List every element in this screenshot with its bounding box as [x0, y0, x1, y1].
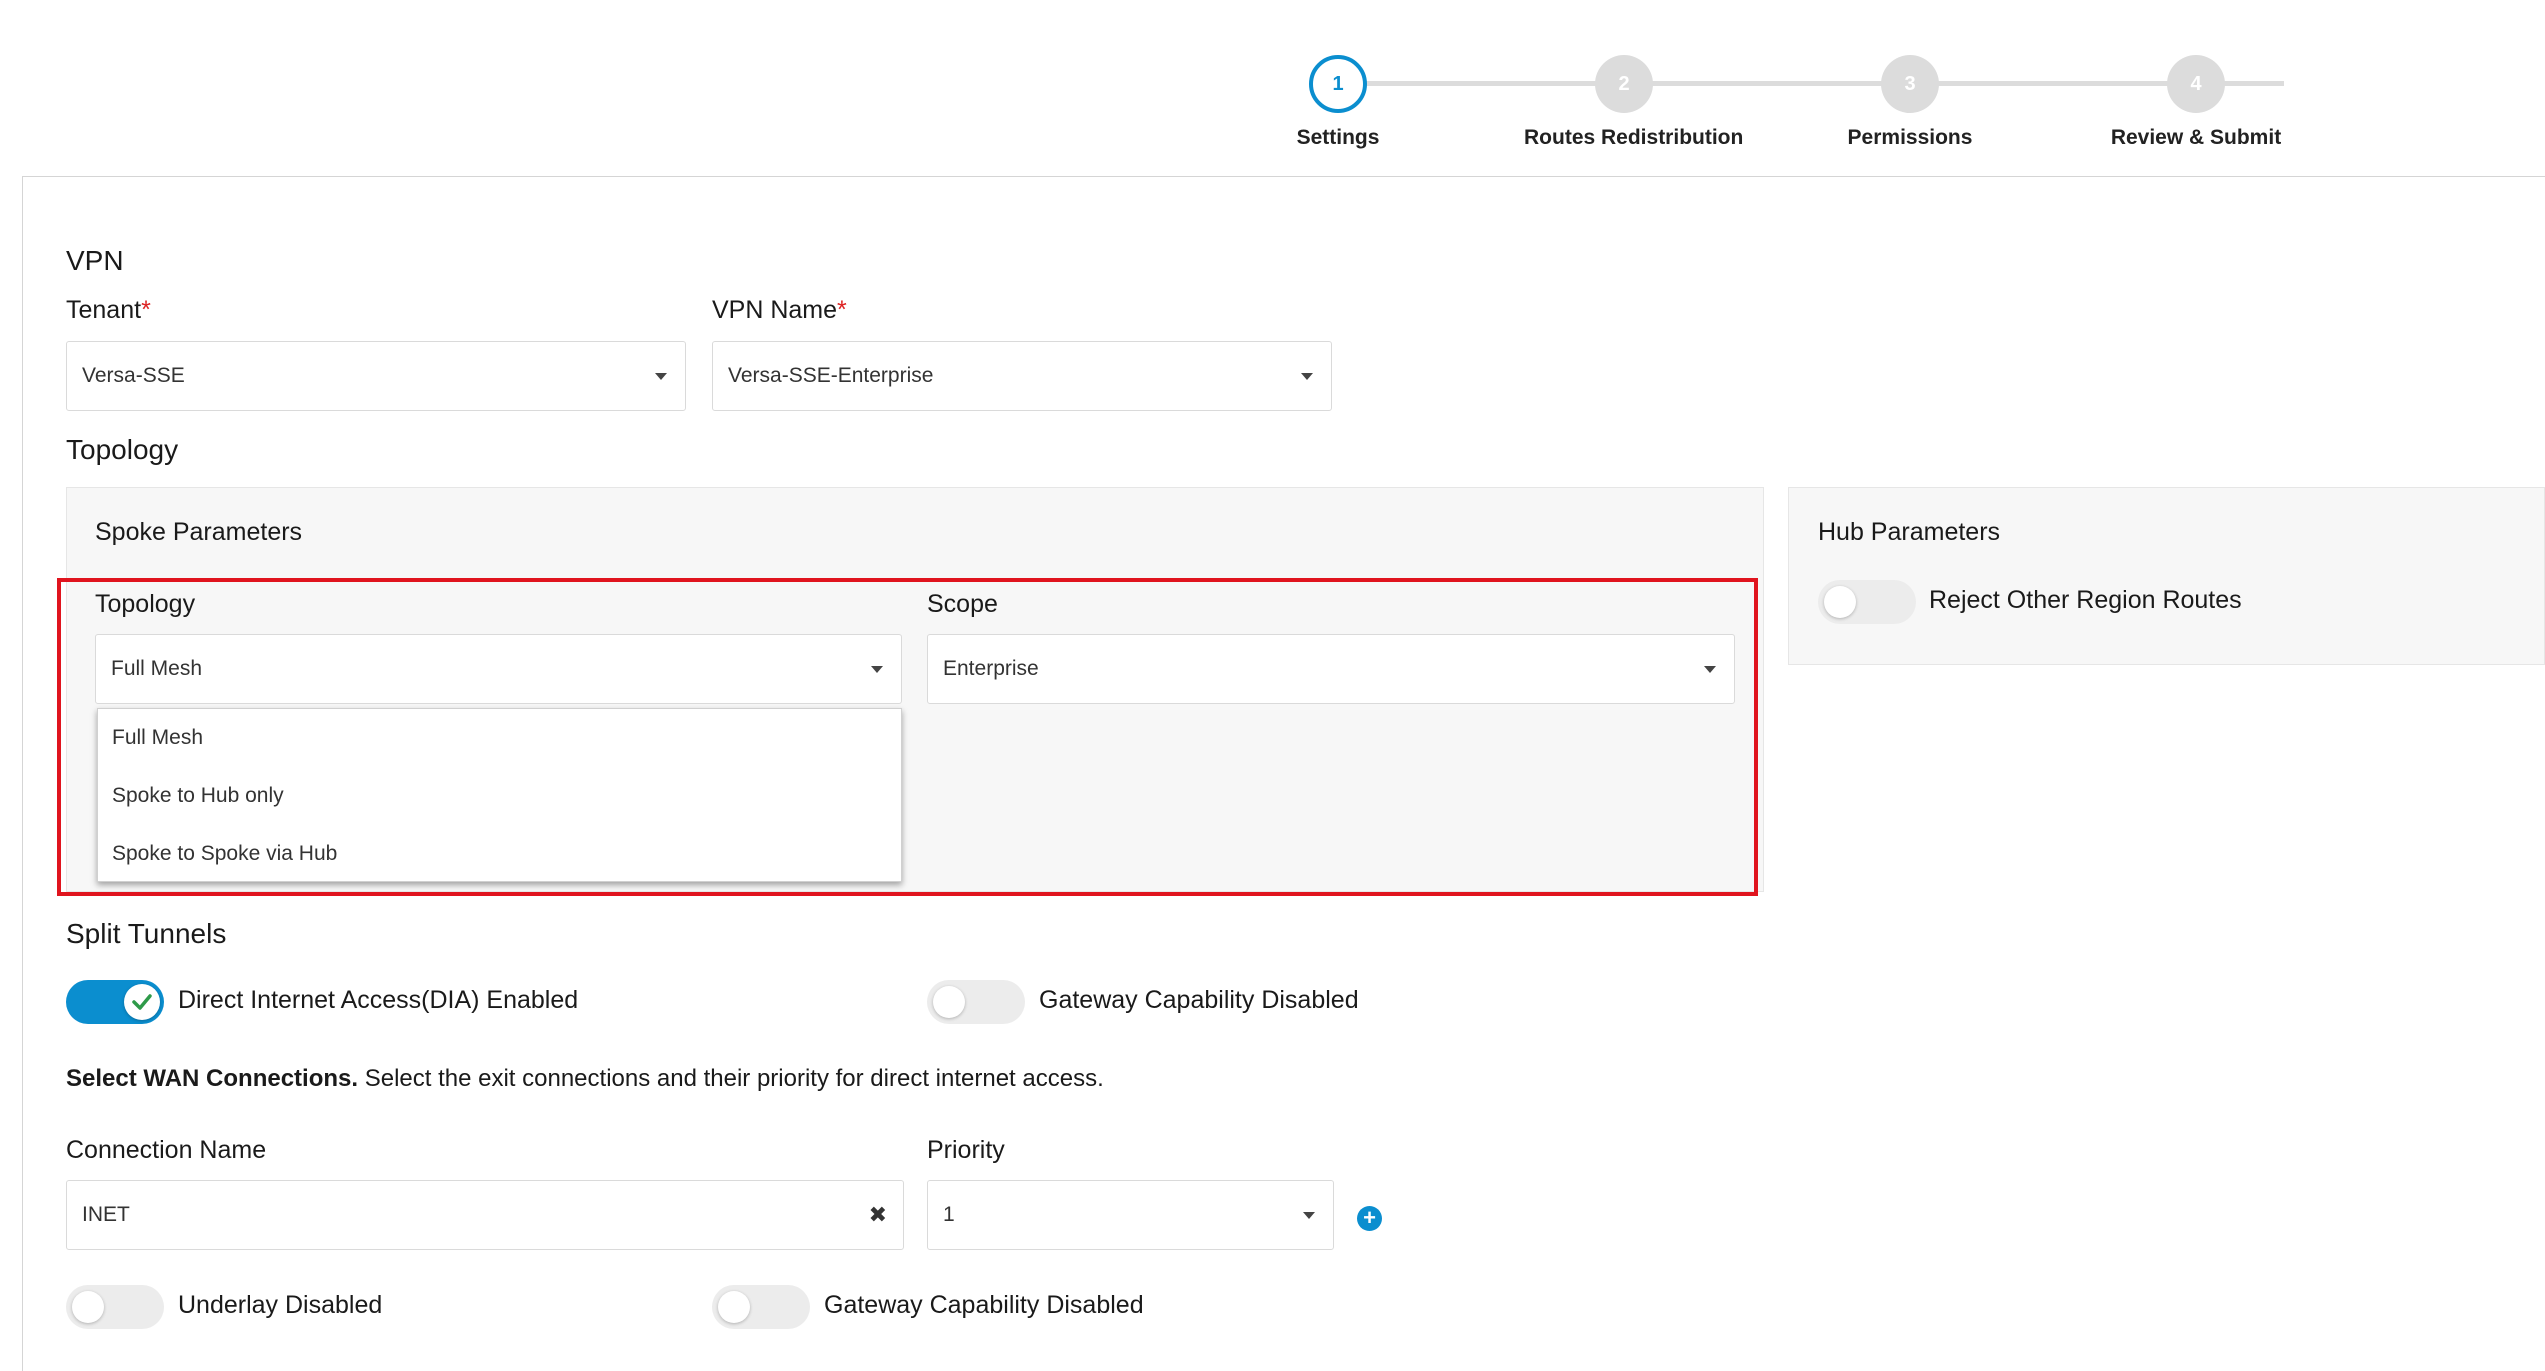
step-number: 1	[1309, 55, 1367, 113]
caret-down-icon	[1704, 666, 1716, 673]
wan-connections-description: Select WAN Connections. Select the exit …	[66, 1065, 1104, 1093]
dropdown-option-full-mesh[interactable]: Full Mesh	[98, 709, 901, 767]
step-routes-redistribution[interactable]: 2 Routes Redistribution	[1524, 55, 1744, 150]
split-tunnels-section-title: Split Tunnels	[66, 918, 227, 949]
vpn-section-title: VPN	[66, 245, 124, 276]
close-x-icon[interactable]: ✖	[869, 1181, 887, 1249]
dia-toggle[interactable]	[66, 980, 164, 1024]
hub-parameters-title: Hub Parameters	[1818, 518, 2001, 546]
topology-field-label: Topology	[95, 590, 196, 618]
connection-name-value: INET	[82, 1203, 130, 1226]
gateway-capability-2-label: Gateway Capability Disabled	[824, 1291, 1144, 1319]
spoke-parameters-title: Spoke Parameters	[95, 518, 303, 546]
toggle-knob	[72, 1291, 104, 1323]
topology-dropdown-menu: Full Mesh Spoke to Hub only Spoke to Spo…	[97, 708, 902, 882]
caret-down-icon	[1301, 373, 1313, 380]
gateway-capability-toggle[interactable]	[927, 980, 1025, 1024]
scope-select-value: Enterprise	[943, 657, 1039, 680]
step-permissions[interactable]: 3 Permissions	[1810, 55, 2010, 150]
underlay-toggle[interactable]	[66, 1285, 164, 1329]
scope-label: Scope	[927, 590, 998, 618]
tenant-label: Tenant*	[66, 296, 151, 325]
topology-select[interactable]: Full Mesh	[95, 634, 902, 704]
step-label: Settings	[1296, 126, 1380, 149]
tenant-select[interactable]: Versa-SSE	[66, 341, 686, 411]
wizard-stepper: 1 Settings 2 Routes Redistribution 3 Per…	[1238, 55, 2384, 155]
step-label: Permissions	[1847, 126, 1973, 149]
hub-parameters-panel	[1788, 487, 2545, 665]
connection-name-label: Connection Name	[66, 1136, 267, 1164]
vpn-name-select[interactable]: Versa-SSE-Enterprise	[712, 341, 1332, 411]
step-label: Review & Submit	[2110, 126, 2282, 149]
step-review-submit[interactable]: 4 Review & Submit	[2096, 55, 2296, 150]
topology-select-value: Full Mesh	[111, 657, 203, 680]
tenant-label-text: Tenant	[66, 296, 142, 324]
dropdown-option-spoke-to-hub-only[interactable]: Spoke to Hub only	[98, 767, 901, 825]
caret-down-icon	[1303, 1212, 1315, 1219]
topology-section-title: Topology	[66, 434, 179, 465]
toggle-knob	[718, 1291, 750, 1323]
dropdown-option-spoke-to-spoke-via-hub[interactable]: Spoke to Spoke via Hub	[98, 825, 901, 883]
connection-name-select[interactable]: INET ✖	[66, 1180, 904, 1250]
priority-label: Priority	[927, 1136, 1005, 1164]
scope-select[interactable]: Enterprise	[927, 634, 1735, 704]
step-number: 4	[2167, 55, 2225, 113]
step-label: Routes Redistribution	[1524, 126, 1744, 149]
toggle-knob	[933, 986, 965, 1018]
reject-other-region-routes-toggle[interactable]	[1818, 580, 1916, 624]
required-mark: *	[141, 296, 151, 324]
step-settings[interactable]: 1 Settings	[1238, 55, 1438, 150]
reject-other-region-routes-label: Reject Other Region Routes	[1929, 586, 2242, 614]
step-number: 3	[1881, 55, 1939, 113]
wan-connections-text: Select the exit connections and their pr…	[358, 1065, 1104, 1092]
step-number: 2	[1595, 55, 1653, 113]
check-icon	[132, 994, 152, 1010]
wan-connections-heading: Select WAN Connections.	[66, 1065, 359, 1092]
required-mark: *	[837, 296, 847, 324]
caret-down-icon	[871, 666, 883, 673]
toggle-knob	[1824, 586, 1856, 618]
dia-label: Direct Internet Access(DIA) Enabled	[178, 986, 579, 1014]
priority-value: 1	[943, 1203, 955, 1226]
caret-down-icon	[655, 373, 667, 380]
vpn-name-select-value: Versa-SSE-Enterprise	[728, 364, 934, 387]
vpn-name-label: VPN Name*	[712, 296, 847, 325]
plus-circle-icon[interactable]: +	[1357, 1206, 1382, 1231]
vpn-name-label-text: VPN Name	[712, 296, 838, 324]
tenant-select-value: Versa-SSE	[82, 364, 185, 387]
gateway-capability-2-toggle[interactable]	[712, 1285, 810, 1329]
underlay-label: Underlay Disabled	[178, 1291, 383, 1319]
toggle-knob	[124, 984, 160, 1020]
priority-select[interactable]: 1	[927, 1180, 1334, 1250]
gateway-capability-label: Gateway Capability Disabled	[1039, 986, 1359, 1014]
